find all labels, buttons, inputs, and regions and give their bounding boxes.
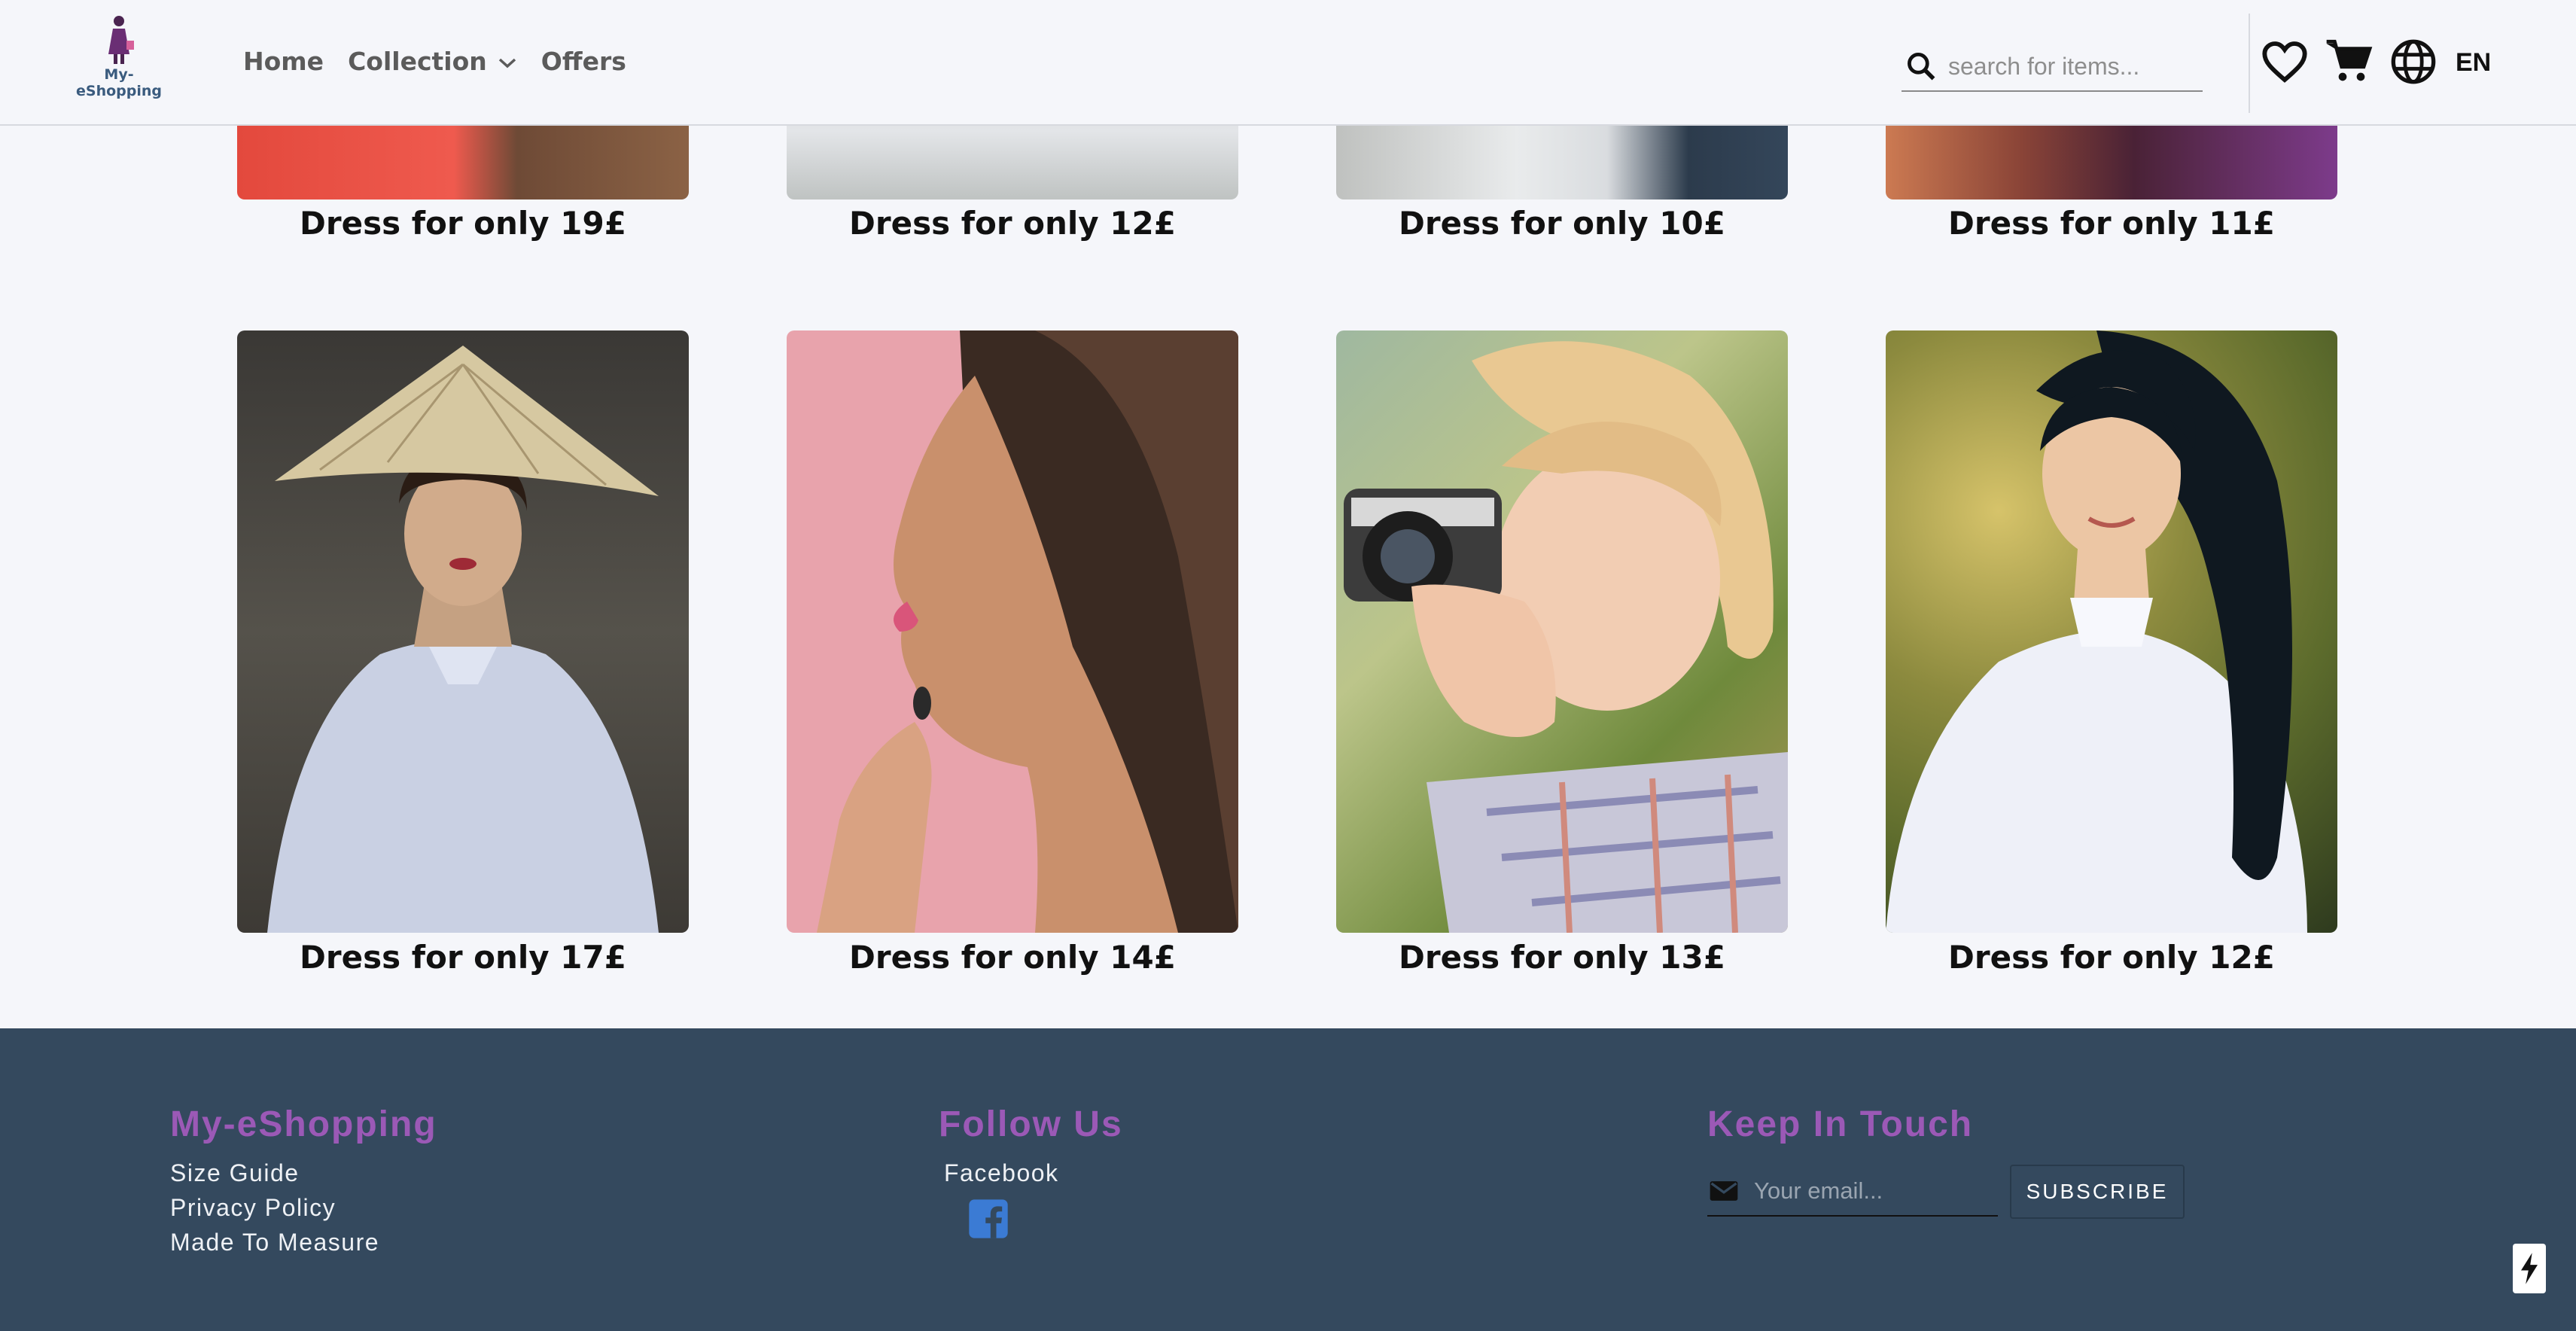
footer-brand-title: My-eShopping <box>170 1104 437 1144</box>
main-nav: Home Collection Offers <box>243 47 650 76</box>
cart-icon[interactable] <box>2325 38 2373 86</box>
product-caption[interactable]: Dress for only 17£ <box>237 939 689 976</box>
nav-offers[interactable]: Offers <box>541 47 626 76</box>
heart-icon[interactable] <box>2261 38 2309 86</box>
footer-newsletter-title: Keep In Touch <box>1707 1104 1974 1144</box>
product-image[interactable] <box>1336 330 1788 933</box>
footer-newsletter-column: Keep In Touch SUBSCRIBE <box>1707 1104 2185 1219</box>
product-photo <box>817 330 1238 933</box>
email-field <box>1707 1167 1998 1217</box>
product-caption[interactable]: Dress for only 14£ <box>787 939 1238 976</box>
nav-collection-label: Collection <box>348 47 487 76</box>
product-photo <box>1886 330 2307 933</box>
product-image[interactable] <box>1886 330 2337 933</box>
logo-text: My-eShopping <box>76 66 162 99</box>
footer-link-privacy-policy[interactable]: Privacy Policy <box>170 1190 437 1225</box>
product-caption[interactable]: Dress for only 19£ <box>237 205 689 242</box>
product-caption[interactable]: Dress for only 11£ <box>1886 205 2337 242</box>
chevron-down-icon <box>498 58 516 68</box>
shopper-figure-icon <box>108 16 134 64</box>
lightning-icon <box>2521 1253 2538 1284</box>
search-icon[interactable] <box>1905 50 1938 83</box>
search-input[interactable] <box>1948 52 2189 81</box>
footer-link-size-guide[interactable]: Size Guide <box>170 1156 437 1190</box>
globe-icon[interactable] <box>2389 38 2437 86</box>
quick-action-button[interactable] <box>2513 1244 2546 1293</box>
footer-follow-title: Follow Us <box>939 1104 1123 1144</box>
product-caption[interactable]: Dress for only 13£ <box>1336 939 1788 976</box>
language-selector[interactable]: EN <box>2456 48 2491 78</box>
product-caption[interactable]: Dress for only 10£ <box>1336 205 1788 242</box>
product-image[interactable] <box>787 330 1238 933</box>
footer-link-facebook[interactable]: Facebook <box>944 1156 1123 1190</box>
newsletter-form: SUBSCRIBE <box>1707 1165 2185 1219</box>
logo[interactable]: My-eShopping <box>66 15 172 99</box>
product-caption[interactable]: Dress for only 12£ <box>787 205 1238 242</box>
footer-link-made-to-measure[interactable]: Made To Measure <box>170 1225 437 1259</box>
nav-home[interactable]: Home <box>243 47 324 76</box>
site-footer: My-eShopping Size Guide Privacy Policy M… <box>0 1028 2576 1331</box>
facebook-icon[interactable] <box>967 1198 1009 1240</box>
subscribe-button[interactable]: SUBSCRIBE <box>2010 1165 2185 1219</box>
product-photo <box>1344 341 1788 933</box>
product-photo <box>267 346 659 933</box>
site-header: My-eShopping Home Collection Offers EN <box>0 0 2576 126</box>
product-caption[interactable]: Dress for only 12£ <box>1886 939 2337 976</box>
mail-icon <box>1710 1181 1738 1201</box>
nav-collection[interactable]: Collection <box>348 47 517 76</box>
email-input[interactable] <box>1754 1177 1980 1205</box>
product-image[interactable] <box>237 330 689 933</box>
search-bar <box>1902 42 2203 92</box>
header-divider <box>2249 14 2250 113</box>
footer-follow-column: Follow Us Facebook <box>939 1104 1123 1240</box>
footer-brand-column: My-eShopping Size Guide Privacy Policy M… <box>170 1104 437 1259</box>
